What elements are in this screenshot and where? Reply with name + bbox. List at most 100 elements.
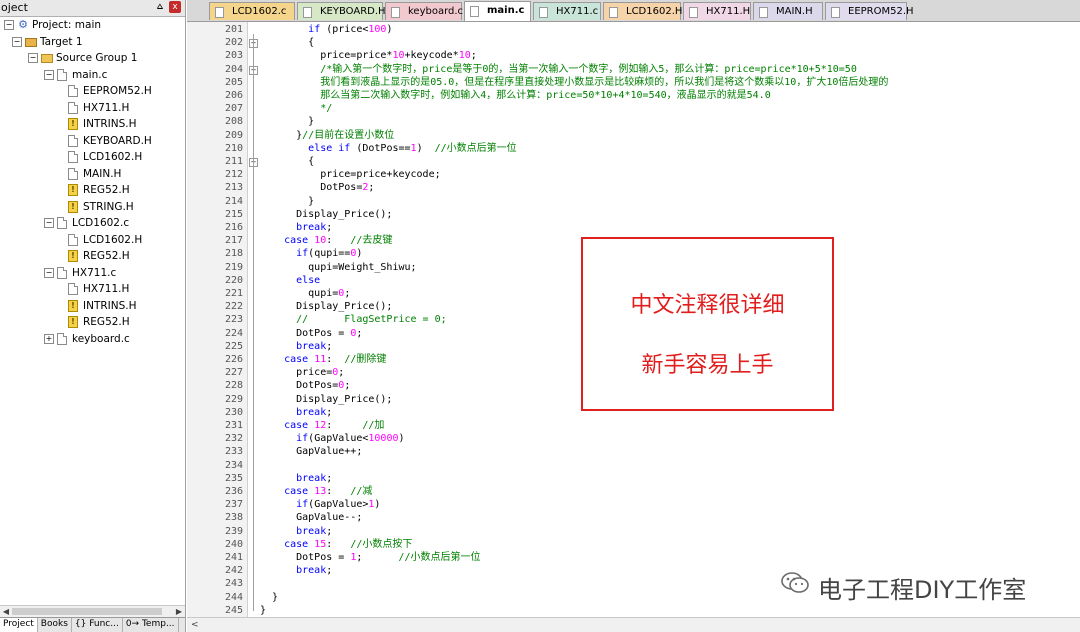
line-number: 212: [224, 169, 243, 181]
code-token: qupi=: [260, 288, 339, 299]
file-tab[interactable]: HX711.c: [533, 2, 601, 20]
file-tab[interactable]: main.c: [464, 1, 531, 21]
code-line[interactable]: GapValue--;: [260, 511, 362, 524]
file-tab[interactable]: LCD1602.c: [209, 2, 295, 20]
code-line[interactable]: break;: [260, 564, 332, 577]
pin-icon[interactable]: ⩟: [157, 1, 163, 12]
code-line[interactable]: // FlagSetPrice = 0;: [260, 313, 447, 326]
code-line[interactable]: }//目前在设置小数位: [260, 129, 394, 142]
code-token: 12: [314, 420, 327, 431]
collapse-icon[interactable]: −: [44, 69, 54, 80]
file-icon: [303, 7, 312, 18]
code-line[interactable]: else: [260, 274, 320, 287]
tree-item-label: Target 1: [40, 35, 83, 48]
folder-icon: [41, 54, 53, 63]
line-number: 239: [224, 525, 243, 537]
code-line[interactable]: break;: [260, 340, 332, 353]
code-line[interactable]: Display_Price();: [260, 208, 392, 221]
code-line[interactable]: case 15: //小数点按下: [260, 538, 412, 551]
code-token: case: [284, 235, 309, 247]
line-number: 230: [224, 406, 243, 418]
bottom-tab[interactable]: Books: [38, 618, 72, 632]
code-line[interactable]: break;: [260, 472, 332, 485]
expand-icon[interactable]: +: [44, 333, 54, 344]
code-line[interactable]: GapValue++;: [260, 445, 362, 458]
code-line[interactable]: break;: [260, 221, 332, 234]
code-line[interactable]: }: [260, 115, 314, 128]
code-line[interactable]: }: [260, 195, 314, 208]
code-line[interactable]: case 11: //删除键: [260, 353, 386, 366]
file-tab[interactable]: LCD1602.H: [603, 2, 683, 20]
file-tab-label: LCD1602.H: [626, 6, 683, 17]
code-line[interactable]: break;: [260, 525, 332, 538]
code-token: price=price+keycode;: [260, 169, 441, 181]
file-tab[interactable]: keyboard.c: [385, 2, 463, 20]
code-line[interactable]: /*输入第一个数字时，price是等于0的，当第一次输入一个数字，例如输入5，那…: [260, 63, 857, 76]
code-line[interactable]: qupi=0;: [260, 287, 350, 300]
scroll-left-icon[interactable]: <: [191, 618, 199, 632]
code-line[interactable]: {: [260, 155, 314, 168]
file-tab[interactable]: KEYBOARD.H: [297, 2, 386, 20]
bottom-tab[interactable]: {} Func...: [72, 618, 123, 632]
code-line[interactable]: DotPos=0;: [260, 379, 350, 392]
line-number: 232: [224, 433, 243, 445]
tree-item-label: STRING.H: [83, 200, 134, 213]
line-number: 204: [224, 63, 243, 75]
bottom-tab[interactable]: 0→ Temp...: [123, 618, 179, 632]
code-line[interactable]: case 12: //加: [260, 419, 384, 432]
code-line[interactable]: case 13: //减: [260, 485, 372, 498]
code-line[interactable]: qupi=Weight_Shiwu;: [260, 261, 416, 274]
code-token: 10: [314, 235, 327, 247]
scrollbar-thumb[interactable]: [12, 608, 162, 615]
code-line[interactable]: price=0;: [260, 366, 344, 379]
code-line[interactable]: if(GapValue<10000): [260, 432, 405, 445]
file-tab-label: main.c: [487, 5, 525, 16]
file-tab[interactable]: EEPROM52.H: [825, 2, 914, 20]
code-line[interactable]: Display_Price();: [260, 393, 392, 406]
code-line[interactable]: }: [260, 604, 266, 617]
close-icon[interactable]: x: [169, 1, 181, 13]
code-token: else if: [308, 142, 351, 154]
code-token: DotPos =: [260, 327, 351, 339]
collapse-icon[interactable]: −: [44, 267, 54, 278]
code-line[interactable]: price=price+keycode;: [260, 168, 441, 181]
bottom-tab[interactable]: Project: [0, 618, 38, 632]
code-line[interactable]: break;: [260, 406, 332, 419]
code-line[interactable]: {: [260, 36, 314, 49]
file-tab[interactable]: MAIN.H: [753, 2, 823, 20]
collapse-icon[interactable]: −: [44, 218, 54, 228]
file-tab[interactable]: HX711.H: [683, 2, 751, 20]
code-line[interactable]: Display_Price();: [260, 300, 392, 313]
line-number-gutter: 201 202 203 204 205 206 207 208 209 210 211 212 213 2…: [187, 22, 248, 618]
tree-item-label: EEPROM52.H: [83, 85, 152, 97]
code-line[interactable]: if (price<100): [260, 23, 392, 36]
code-line[interactable]: 那么当第二次输入数字时，例如输入4，那么计算：price=50*10+4*10=…: [260, 89, 771, 102]
code-line[interactable]: if(qupi==0): [260, 247, 362, 260]
collapse-icon[interactable]: −: [4, 20, 14, 30]
code-token: (qupi==: [308, 248, 351, 260]
code-line[interactable]: */: [260, 102, 332, 115]
code-token: if: [296, 499, 309, 511]
file-icon: [57, 68, 67, 81]
code-token: (DotPos==: [350, 142, 411, 154]
collapse-icon[interactable]: −: [28, 53, 38, 63]
code-line[interactable]: DotPos=2;: [260, 181, 374, 194]
code-line[interactable]: else if (DotPos==1) //小数点后第一位: [260, 142, 517, 155]
code-token: //删除键: [344, 354, 387, 365]
code-line[interactable]: 我们看到液晶上显示的是05.0，但是在程序里直接处理小数显示是比较麻烦的，所以我…: [260, 76, 888, 89]
code-line[interactable]: DotPos = 1; //小数点后第一位: [260, 551, 480, 564]
code-token: ): [386, 24, 393, 35]
code-token: 10: [392, 50, 405, 62]
code-line[interactable]: price=price*10+keycode*10;: [260, 49, 477, 62]
code-line[interactable]: DotPos = 0;: [260, 327, 362, 340]
project-panel-header: oject ⩟ x: [0, 0, 185, 17]
code-token: ): [398, 433, 405, 445]
code-line[interactable]: }: [260, 591, 278, 604]
code-token: ;: [326, 340, 333, 352]
collapse-icon[interactable]: −: [12, 36, 22, 47]
code-line[interactable]: case 10: //去皮键: [260, 234, 392, 247]
code-line[interactable]: if(GapValue>1): [260, 498, 380, 511]
code-token: Display_Price();: [260, 208, 393, 220]
